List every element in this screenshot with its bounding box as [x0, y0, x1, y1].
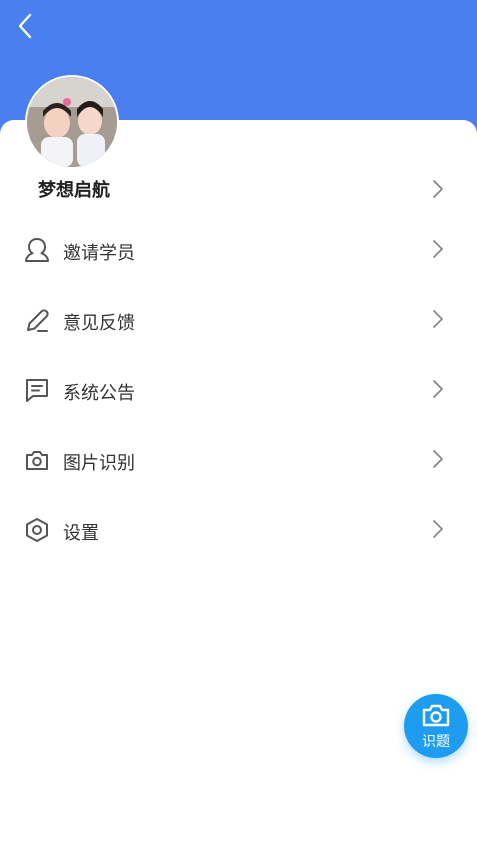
chevron-right-icon — [433, 240, 443, 258]
avatar[interactable] — [25, 75, 119, 169]
avatar-photo — [27, 77, 117, 167]
chevron-right-icon — [433, 180, 443, 198]
chevron-right-icon — [433, 450, 443, 468]
pencil-icon — [27, 309, 49, 332]
menu-item-label: 设置 — [63, 523, 99, 544]
camera-icon — [26, 451, 48, 470]
menu-item-label: 邀请学员 — [63, 243, 135, 264]
camera-icon — [422, 704, 450, 727]
message-icon — [26, 379, 48, 402]
menu-item-label: 意见反馈 — [63, 313, 135, 334]
menu-item-feedback[interactable]: 意见反馈 — [0, 292, 477, 348]
menu-item-image-recognition[interactable]: 图片识别 — [0, 432, 477, 488]
back-button[interactable] — [10, 10, 40, 42]
menu-item-settings[interactable]: 设置 — [0, 502, 477, 558]
fab-label: 识题 — [422, 734, 450, 750]
menu-item-invite-students[interactable]: 邀请学员 — [0, 222, 477, 278]
username: 梦想启航 — [38, 180, 110, 201]
user-icon — [25, 238, 49, 262]
menu-item-label: 系统公告 — [63, 383, 135, 404]
chevron-right-icon — [433, 310, 443, 328]
menu-item-announcements[interactable]: 系统公告 — [0, 362, 477, 418]
chevron-right-icon — [433, 380, 443, 398]
settings-icon — [26, 518, 48, 542]
menu-item-label: 图片识别 — [63, 453, 135, 474]
recognize-question-button[interactable]: 识题 — [404, 694, 468, 758]
profile-row[interactable]: 梦想启航 — [0, 168, 477, 208]
chevron-right-icon — [433, 520, 443, 538]
chevron-left-icon — [18, 13, 32, 39]
